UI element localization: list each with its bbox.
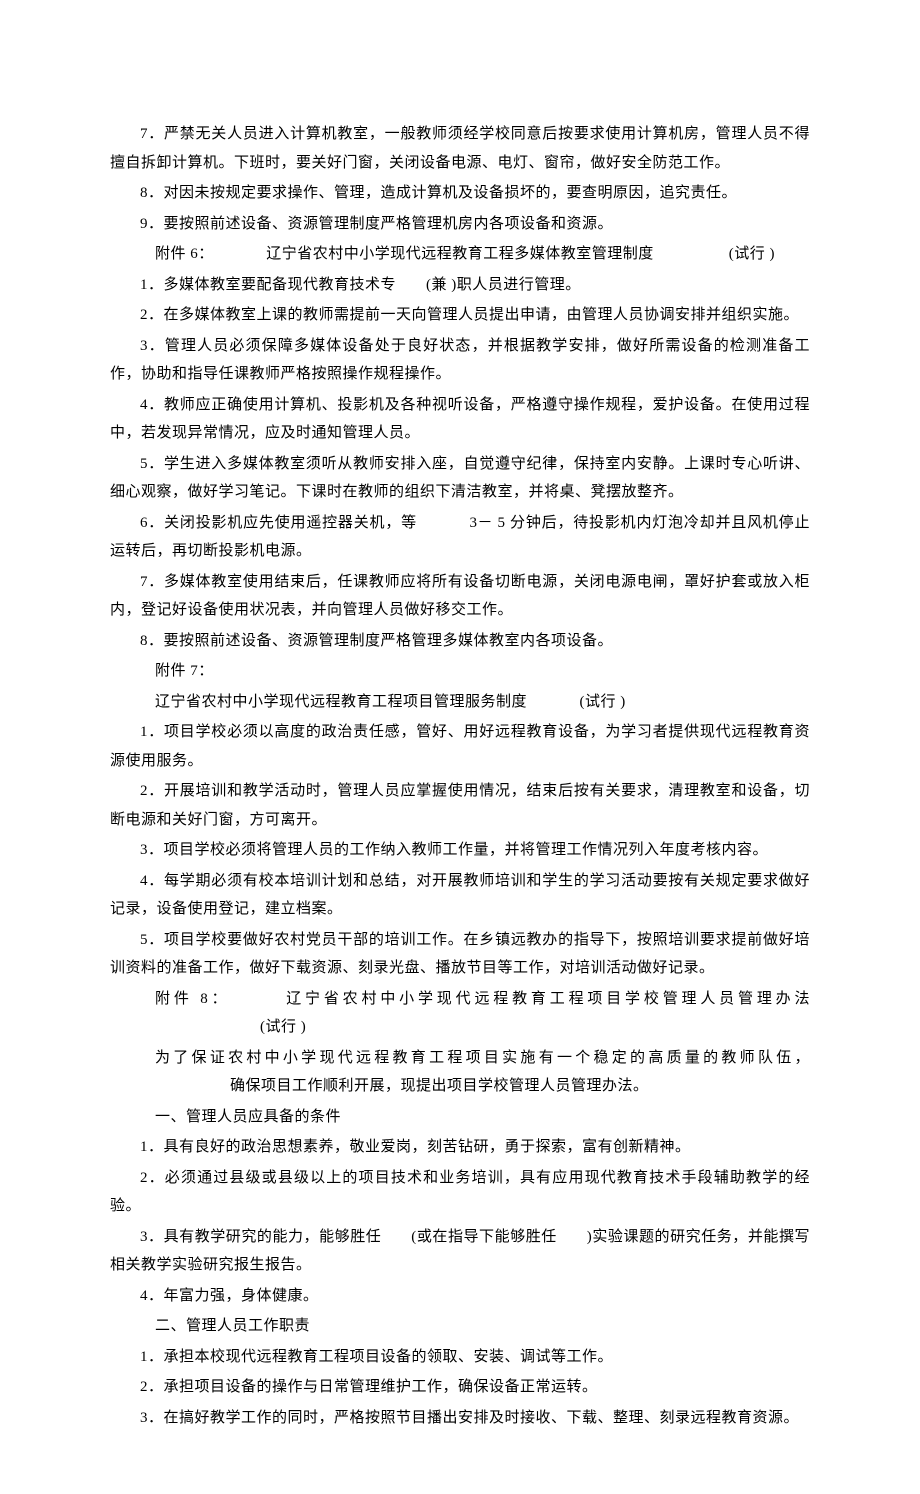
paragraph: 1．承担本校现代远程教育工程项目设备的领取、安装、调试等工作。	[110, 1343, 810, 1372]
text-segment: 1．多媒体教室要配备现代教育技术专	[140, 277, 396, 293]
paragraph: 7．多媒体教室使用结束后，任课教师应将所有设备切断电源，关闭电源电闸，罩好护套或…	[110, 568, 810, 625]
paragraph: 8．对因未按规定要求操作、管理，造成计算机及设备损坏的，要查明原因，追究责任。	[110, 179, 810, 208]
paragraph: 7．严禁无关人员进入计算机教室，一般教师须经学校同意后按要求使用计算机房，管理人…	[110, 120, 810, 177]
paragraph: 1．具有良好的政治思想素养，敬业爱岗，刻苦钻研，勇于探索，富有创新精神。	[110, 1133, 810, 1162]
text-segment: 附件 6：	[155, 246, 214, 262]
text-segment: (试行 )	[260, 1019, 306, 1035]
paragraph: 8．要按照前述设备、资源管理制度严格管理多媒体教室内各项设备。	[110, 627, 810, 656]
paragraph: 5．学生进入多媒体教室须听从教师安排入座，自觉遵守纪律，保持室内安静。上课时专心…	[110, 450, 810, 507]
paragraph: 2．开展培训和教学活动时，管理人员应掌握使用情况，结束后按有关要求，清理教室和设…	[110, 777, 810, 834]
paragraph: 9．要按照前述设备、资源管理制度严格管理机房内各项设备和资源。	[110, 210, 810, 239]
paragraph: 4．教师应正确使用计算机、投影机及各种视听设备，严格遵守操作规程，爱护设备。在使…	[110, 391, 810, 448]
text-segment: (试行 )	[729, 246, 775, 262]
text-segment: (试行 )	[580, 694, 626, 710]
paragraph: 1．项目学校必须以高度的政治责任感，管好、用好远程教育设备，为学习者提供现代远程…	[110, 718, 810, 775]
paragraph: 3．具有教学研究的能力，能够胜任(或在指导下能够胜任)实验课题的研究任务，并能撰…	[110, 1223, 810, 1280]
document-page: 7．严禁无关人员进入计算机教室，一般教师须经学校同意后按要求使用计算机房，管理人…	[0, 0, 920, 1494]
text-segment: 辽宁省农村中小学现代远程教育工程多媒体教室管理制度	[266, 246, 654, 262]
text-segment: 辽宁省农村中小学现代远程教育工程项目管理服务制度	[155, 694, 527, 710]
paragraph: 2．在多媒体教室上课的教师需提前一天向管理人员提出申请，由管理人员协调安排并组织…	[110, 301, 810, 330]
paragraph: 4．每学期必须有校本培训计划和总结，对开展教师培训和学生的学习活动要按有关规定要…	[110, 867, 810, 924]
paragraph: 附件 6： 辽宁省农村中小学现代远程教育工程多媒体教室管理制度 (试行 )	[110, 240, 810, 269]
paragraph: 1．多媒体教室要配备现代教育技术专 (兼 )职人员进行管理。	[110, 271, 810, 300]
text-segment: 附件 8：	[155, 991, 230, 1007]
paragraph: 2．必须通过县级或县级以上的项目技术和业务培训，具有应用现代教育技术手段辅助教学…	[110, 1164, 810, 1221]
text-segment: 3．具有教学研究的能力，能够胜任	[140, 1229, 381, 1245]
text-segment: (或在指导下能够胜任	[411, 1229, 557, 1245]
paragraph: 附件 8： 辽宁省农村中小学现代远程教育工程项目学校管理人员管理办法 (试行 )	[110, 985, 810, 1042]
paragraph: 为了保证农村中小学现代远程教育工程项目实施有一个稳定的高质量的教师队伍， 确保项目…	[110, 1044, 810, 1101]
paragraph: 附件 7：	[110, 657, 810, 686]
paragraph: 4．年富力强，身体健康。	[110, 1282, 810, 1311]
text-segment: 确保项目工作顺利开展，现提出项目学校管理人员管理办法。	[230, 1078, 649, 1094]
paragraph: 6．关闭投影机应先使用遥控器关机，等3－ 5 分钟后，待投影机内灯泡冷却并且风机…	[110, 509, 810, 566]
paragraph: 辽宁省农村中小学现代远程教育工程项目管理服务制度 (试行 )	[110, 688, 810, 717]
text-segment: 6．关闭投影机应先使用遥控器关机，等	[140, 515, 417, 531]
paragraph: 5．项目学校要做好农村党员干部的培训工作。在乡镇远教办的指导下，按照培训要求提前…	[110, 926, 810, 983]
paragraph: 二、管理人员工作职责	[110, 1312, 810, 1341]
paragraph: 2．承担项目设备的操作与日常管理维护工作，确保设备正常运转。	[110, 1373, 810, 1402]
paragraph: 一、管理人员应具备的条件	[110, 1103, 810, 1132]
paragraph: 3．项目学校必须将管理人员的工作纳入教师工作量，并将管理工作情况列入年度考核内容…	[110, 836, 810, 865]
text-segment: 为了保证农村中小学现代远程教育工程项目实施有一个稳定的高质量的教师队伍，	[155, 1050, 810, 1066]
text-segment: (兼 )职人员进行管理。	[426, 277, 581, 293]
text-segment: 辽宁省农村中小学现代远程教育工程项目学校管理人员管理办法	[283, 991, 810, 1007]
paragraph: 3．在搞好教学工作的同时，严格按照节目播出安排及时接收、下载、整理、刻录远程教育…	[110, 1404, 810, 1433]
paragraph: 3．管理人员必须保障多媒体设备处于良好状态，并根据教学安排，做好所需设备的检测准…	[110, 332, 810, 389]
